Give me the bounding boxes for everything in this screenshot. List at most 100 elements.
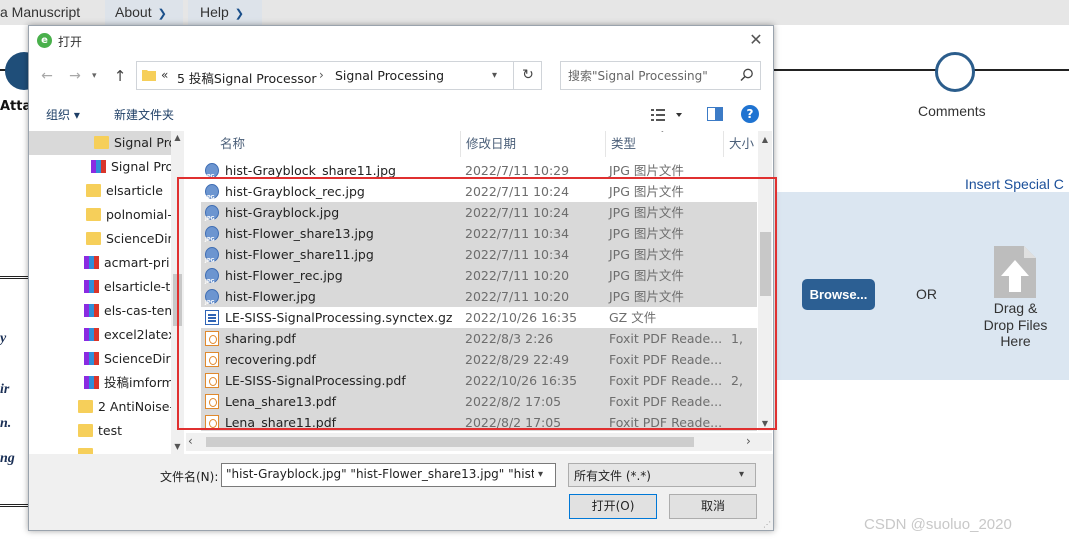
file-type-select[interactable]: 所有文件 (*.*) ▾ — [568, 463, 756, 487]
search-input[interactable] — [561, 62, 736, 89]
file-row[interactable]: hist-Grayblock_share11.jpg 2022/7/11 10:2… — [201, 160, 757, 188]
nav-tree-item[interactable]: 投稿imform — [29, 371, 171, 395]
refresh-button[interactable]: ↻ — [513, 62, 542, 89]
preview-pane-button[interactable] — [707, 107, 723, 121]
file-row[interactable]: recovering.pdf 2022/8/29 22:49 Foxit PDF R… — [201, 349, 757, 370]
nav-tree-item[interactable]: ScienceDire — [29, 347, 171, 371]
scroll-down-button[interactable]: ▼ — [171, 440, 184, 454]
file-row[interactable]: sharing.pdf 2022/8/3 2:26 Foxit PDF Reade.… — [201, 328, 757, 349]
browser-app-icon: e — [37, 33, 52, 48]
jpg-icon — [205, 268, 219, 293]
file-row[interactable]: hist-Flower_share11.jpg 2022/7/11 10:34 JP… — [201, 244, 757, 272]
nav-tree-item[interactable]: polnomial- — [29, 203, 171, 227]
browse-button[interactable]: Browse... — [802, 279, 875, 310]
nav-tree-item[interactable]: Signal Pro — [29, 131, 171, 155]
pdf-icon — [205, 394, 219, 409]
back-button[interactable]: ← — [39, 68, 55, 84]
file-type: Foxit PDF Reade... — [609, 352, 723, 367]
file-row[interactable]: hist-Grayblock_rec.jpg 2022/7/11 10:24 JPG… — [201, 181, 757, 209]
nav-tree-item[interactable]: excel2latex — [29, 323, 171, 347]
nav-item-manuscript[interactable]: a Manuscript — [0, 0, 95, 25]
scroll-right-button[interactable]: › — [746, 434, 751, 448]
file-row[interactable]: Lena_share11.pdf 2022/8/2 17:05 Foxit PDF … — [201, 412, 757, 431]
insert-special-link[interactable]: Insert Special C — [965, 176, 1064, 192]
nav-tree-item[interactable]: ScienceDire — [29, 227, 171, 251]
nav-item-about[interactable]: About ❯ — [105, 0, 183, 25]
chevron-down-icon[interactable]: ▾ — [492, 70, 497, 81]
step-label-comments: Comments — [918, 103, 986, 119]
nav-tree-item[interactable]: els-cas-tem — [29, 299, 171, 323]
nav-pane-scroll-thumb[interactable] — [173, 274, 182, 326]
help-button[interactable]: ? — [741, 105, 759, 123]
breadcrumb-segment[interactable]: Signal Processing — [335, 68, 444, 83]
file-date: 2022/7/11 10:20 — [465, 268, 570, 283]
file-row[interactable]: hist-Flower_share13.jpg 2022/7/11 10:34 JP… — [201, 223, 757, 251]
chevron-down-icon: ▾ — [739, 469, 745, 480]
breadcrumb-separator[interactable]: › — [319, 68, 324, 82]
file-row[interactable]: Lena_share13.pdf 2022/8/2 17:05 Foxit PDF … — [201, 391, 757, 412]
file-row[interactable]: LE-SISS-SignalProcessing.synctex.gz 2022/… — [201, 307, 757, 328]
scroll-down-button[interactable]: ▼ — [758, 419, 772, 428]
nav-tree-item-label: polnomial- — [106, 207, 171, 222]
forward-button[interactable]: → — [67, 68, 83, 84]
file-date: 2022/8/2 17:05 — [465, 394, 562, 409]
file-row[interactable]: hist-Flower_rec.jpg 2022/7/11 10:20 JPG 图片… — [201, 265, 757, 293]
chevron-down-icon[interactable]: ▾ — [538, 469, 543, 480]
file-date: 2022/7/11 10:34 — [465, 226, 570, 241]
nav-tree-item-label: Signal Pro — [111, 159, 171, 174]
sort-arrow-icon: ⌄ — [659, 131, 666, 134]
column-header-date[interactable]: 修改日期 — [460, 131, 605, 157]
nav-tree-item[interactable]: acmart-pri — [29, 251, 171, 275]
jpg-icon — [205, 226, 219, 251]
nav-tree-item[interactable]: test — [29, 419, 171, 443]
file-row[interactable]: hist-Flower.jpg 2022/7/11 10:20 JPG 图片文件 — [201, 286, 757, 314]
resize-grip-icon[interactable]: ⋰ — [763, 520, 772, 529]
column-header-type[interactable]: 类型 — [605, 131, 723, 157]
nav-tree-item[interactable]: 2 AntiNoise- — [29, 395, 171, 419]
column-headers: 名称 修改日期 类型 大小 ⌄ — [186, 131, 758, 157]
step-circle-comments[interactable] — [935, 52, 975, 92]
open-button[interactable]: 打开(O) — [569, 494, 657, 519]
dialog-footer: 文件名(N): "hist-Grayblock.jpg" "hist-Flowe… — [29, 454, 773, 530]
folder-icon — [86, 208, 101, 221]
address-bar[interactable]: « 5 投稿Signal Processor › Signal Processi… — [136, 61, 542, 90]
close-button[interactable]: ✕ — [747, 31, 765, 49]
recent-locations-button[interactable]: ▾ — [92, 69, 104, 83]
nav-tree-item[interactable]: elsarticle — [29, 179, 171, 203]
file-row[interactable]: hist-Grayblock.jpg 2022/7/11 10:24 JPG 图片文… — [201, 202, 757, 230]
column-header-size[interactable]: 大小 — [723, 131, 758, 157]
help-icon: ? — [746, 107, 754, 121]
arrow-left-icon: ← — [41, 68, 53, 84]
new-folder-button[interactable]: 新建文件夹 — [114, 106, 174, 123]
breadcrumb-overflow[interactable]: « — [161, 68, 168, 82]
search-icon[interactable] — [739, 67, 755, 83]
file-row[interactable]: LE-SISS-SignalProcessing.pdf 2022/10/26 1… — [201, 370, 757, 391]
nav-item-help[interactable]: Help ❯ — [188, 0, 262, 25]
scroll-up-button[interactable]: ▲ — [171, 131, 184, 145]
navigation-pane: Signal Pro Signal Pro elsarticle polnomial-… — [29, 131, 184, 454]
file-type: Foxit PDF Reade... — [609, 331, 723, 346]
breadcrumb-segment[interactable]: 5 投稿Signal Processor — [177, 68, 317, 87]
organize-button[interactable]: 组织 ▾ — [46, 106, 80, 123]
cancel-button[interactable]: 取消 — [669, 494, 757, 519]
nav-tree-item[interactable]: elsarticle-te — [29, 275, 171, 299]
chevron-down-icon: ❯ — [157, 8, 167, 20]
file-list-scroll-thumb[interactable] — [760, 232, 771, 296]
nav-tree-item[interactable]: Signal Pro — [29, 155, 171, 179]
pdf-icon — [205, 373, 219, 388]
rar-archive-icon — [84, 352, 99, 365]
nav-tree-item[interactable] — [29, 443, 171, 454]
scroll-left-button[interactable]: ‹ — [188, 434, 193, 448]
column-header-name[interactable]: 名称 — [201, 131, 460, 157]
file-type: JPG 图片文件 — [609, 226, 684, 241]
file-date: 2022/7/11 10:24 — [465, 205, 570, 220]
filename-input[interactable]: "hist-Grayblock.jpg" "hist-Flower_share1… — [221, 463, 556, 487]
file-date: 2022/8/2 17:05 — [465, 415, 562, 430]
rar-archive-icon — [84, 328, 99, 341]
file-list-horizontal-scroll-thumb[interactable] — [206, 437, 694, 447]
column-header-name-label: 名称 — [220, 136, 246, 151]
dialog-titlebar[interactable]: e 打开 ✕ — [29, 26, 773, 56]
up-one-level-button[interactable]: ↑ — [112, 67, 128, 85]
scroll-up-button[interactable]: ▲ — [758, 135, 772, 144]
change-view-button[interactable] — [651, 107, 685, 123]
